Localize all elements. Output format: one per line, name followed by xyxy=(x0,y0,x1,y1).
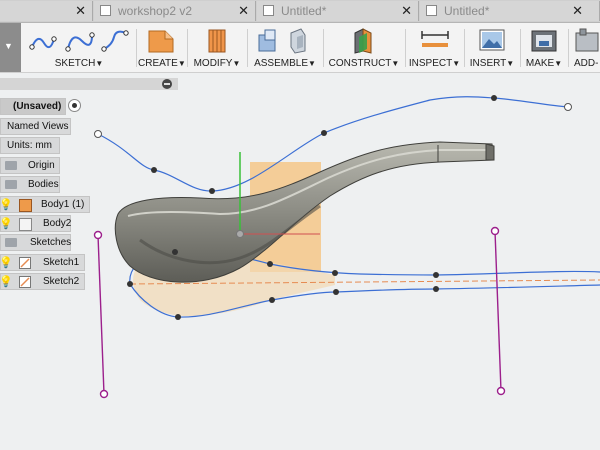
add-ins-menu[interactable]: ADD- xyxy=(570,23,600,72)
make-3d-print-icon xyxy=(531,30,557,52)
construction-line-left[interactable] xyxy=(97,234,105,395)
create-box-icon xyxy=(148,30,174,53)
close-tab-icon[interactable]: ✕ xyxy=(572,3,583,19)
caret-down-icon: ▼ xyxy=(452,59,461,68)
caret-down-icon: ▼ xyxy=(232,59,241,68)
caret-down-icon: ▼ xyxy=(391,59,400,68)
caret-down-icon: ▼ xyxy=(95,59,104,68)
endpoint[interactable] xyxy=(99,389,109,399)
modify-press-pull-icon xyxy=(208,29,226,53)
caret-down-icon: ▼ xyxy=(554,59,563,68)
caret-down-icon: ▼ xyxy=(4,41,13,51)
collapse-panel-icon[interactable] xyxy=(162,79,172,89)
insert-image-icon xyxy=(479,29,505,51)
document-tab[interactable]: ✕ xyxy=(0,1,93,21)
document-tab[interactable]: workshop2 v2 ✕ xyxy=(94,1,256,21)
make-menu[interactable]: MAKE▼ xyxy=(522,23,566,72)
endpoint[interactable] xyxy=(490,226,500,236)
sketch-spline-icon xyxy=(29,30,129,52)
close-tab-icon[interactable]: ✕ xyxy=(75,3,86,19)
document-icon xyxy=(100,5,111,16)
construction-line-right[interactable] xyxy=(494,230,502,392)
insert-menu[interactable]: INSERT▼ xyxy=(466,23,518,72)
document-tab-bar: ✕ workshop2 v2 ✕ Untitled* ✕ Untitled* ✕ xyxy=(0,0,600,23)
origin-point[interactable] xyxy=(236,230,244,238)
browser-panel-header xyxy=(0,78,178,90)
construct-plane-icon xyxy=(354,28,372,54)
endpoint[interactable] xyxy=(93,230,103,240)
add-ins-icon xyxy=(575,28,599,52)
inspect-measure-icon xyxy=(421,31,449,47)
sketch-menu[interactable]: SKETCH▼ xyxy=(24,23,134,72)
document-icon xyxy=(263,5,274,16)
caret-down-icon: ▼ xyxy=(506,59,515,68)
create-menu[interactable]: CREATE▼ xyxy=(138,23,186,72)
document-icon xyxy=(426,5,437,16)
modify-menu[interactable]: MODIFY▼ xyxy=(189,23,245,72)
inspect-menu[interactable]: INSPECT▼ xyxy=(407,23,462,72)
document-tab[interactable]: Untitled* ✕ xyxy=(257,1,419,21)
assemble-component-icon xyxy=(258,28,306,54)
assemble-menu[interactable]: ASSEMBLE▼ xyxy=(249,23,321,72)
caret-down-icon: ▼ xyxy=(177,59,186,68)
workspace-selector[interactable]: ▼ xyxy=(0,23,21,72)
construct-menu[interactable]: CONSTRUCT▼ xyxy=(325,23,403,72)
endpoint[interactable] xyxy=(496,386,506,396)
main-toolbar: ▼ SKETCH▼ CREATE▼ MODIFY▼ ASSEMBLE▼ CONS… xyxy=(0,23,600,73)
document-tab[interactable]: Untitled* ✕ xyxy=(420,1,600,21)
design-viewport[interactable] xyxy=(0,91,600,450)
close-tab-icon[interactable]: ✕ xyxy=(401,3,412,19)
close-tab-icon[interactable]: ✕ xyxy=(238,3,249,19)
caret-down-icon: ▼ xyxy=(308,59,316,68)
